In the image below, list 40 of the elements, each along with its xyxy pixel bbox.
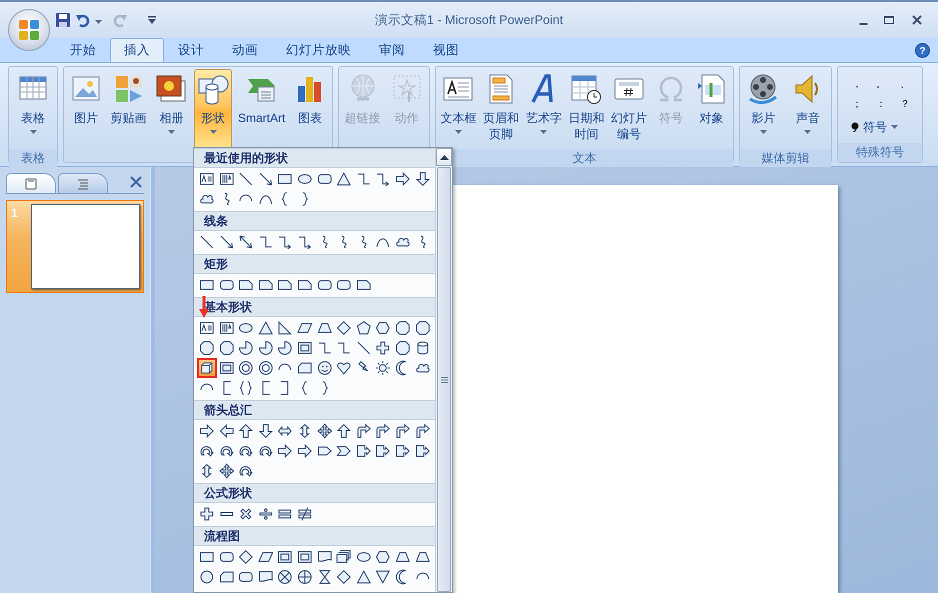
section-heading: 公式形状 [194, 483, 435, 503]
ribbon-tab[interactable]: 视图 [419, 38, 473, 62]
slide-number: 1 [11, 205, 19, 222]
section-heading: 流程图 [194, 526, 435, 546]
symbol-key[interactable]: ： [872, 95, 890, 115]
ribbon-button[interactable]: 声音 [788, 69, 827, 149]
ribbon-button[interactable]: 形状 [194, 69, 232, 149]
ribbon-button[interactable]: 对象 [692, 69, 731, 149]
ribbon-tab[interactable]: 幻灯片放映 [272, 38, 365, 62]
symbol-key[interactable]: 。 [872, 75, 890, 95]
section-heading: 箭头总汇 [194, 400, 435, 420]
symbol-key[interactable]: ， [848, 75, 866, 95]
group-label: 表格 [9, 149, 57, 168]
group-label: 特殊符号 [838, 143, 922, 162]
ribbon-button[interactable]: 日期和 时间 [566, 69, 606, 149]
ribbon-button[interactable]: 艺术字 [524, 69, 564, 149]
symbol-button[interactable]: 符号 [848, 117, 901, 137]
ribbon-button[interactable]: 表格 [14, 69, 52, 149]
ribbon-tab[interactable]: 审阅 [365, 38, 419, 62]
section-heading: 最近使用的形状 [194, 148, 435, 168]
ribbon-tab[interactable]: 设计 [164, 38, 218, 62]
group-label: 媒体剪辑 [740, 149, 831, 168]
window-title: 演示文稿1 - Microsoft PowerPoint [374, 12, 564, 29]
ribbon-button[interactable]: 影片 [744, 69, 782, 149]
help-icon[interactable]: ? [915, 43, 930, 58]
ribbon-button[interactable]: 剪贴画 [108, 69, 149, 149]
symbol-key[interactable]: ？ [896, 95, 914, 115]
symbol-key[interactable]: 、 [896, 75, 914, 95]
ribbon-button[interactable]: 页眉和 页脚 [481, 69, 522, 149]
ribbon-tab[interactable]: 动画 [218, 38, 272, 62]
ribbon-button[interactable]: 文本框 [438, 69, 478, 149]
section-heading: 线条 [194, 211, 435, 231]
ribbon-tab[interactable]: 开始 [56, 38, 110, 62]
symbol-key[interactable]: ； [848, 95, 866, 115]
ribbon-button[interactable]: 相册 [152, 69, 190, 149]
ribbon-button[interactable]: 图表 [291, 69, 330, 149]
ribbon-tab[interactable]: 插入 [110, 38, 164, 62]
section-heading: 矩形 [194, 254, 435, 274]
ribbon-button[interactable]: 图片 [66, 69, 105, 149]
ribbon-button[interactable]: 幻灯片 编号 [609, 69, 650, 149]
